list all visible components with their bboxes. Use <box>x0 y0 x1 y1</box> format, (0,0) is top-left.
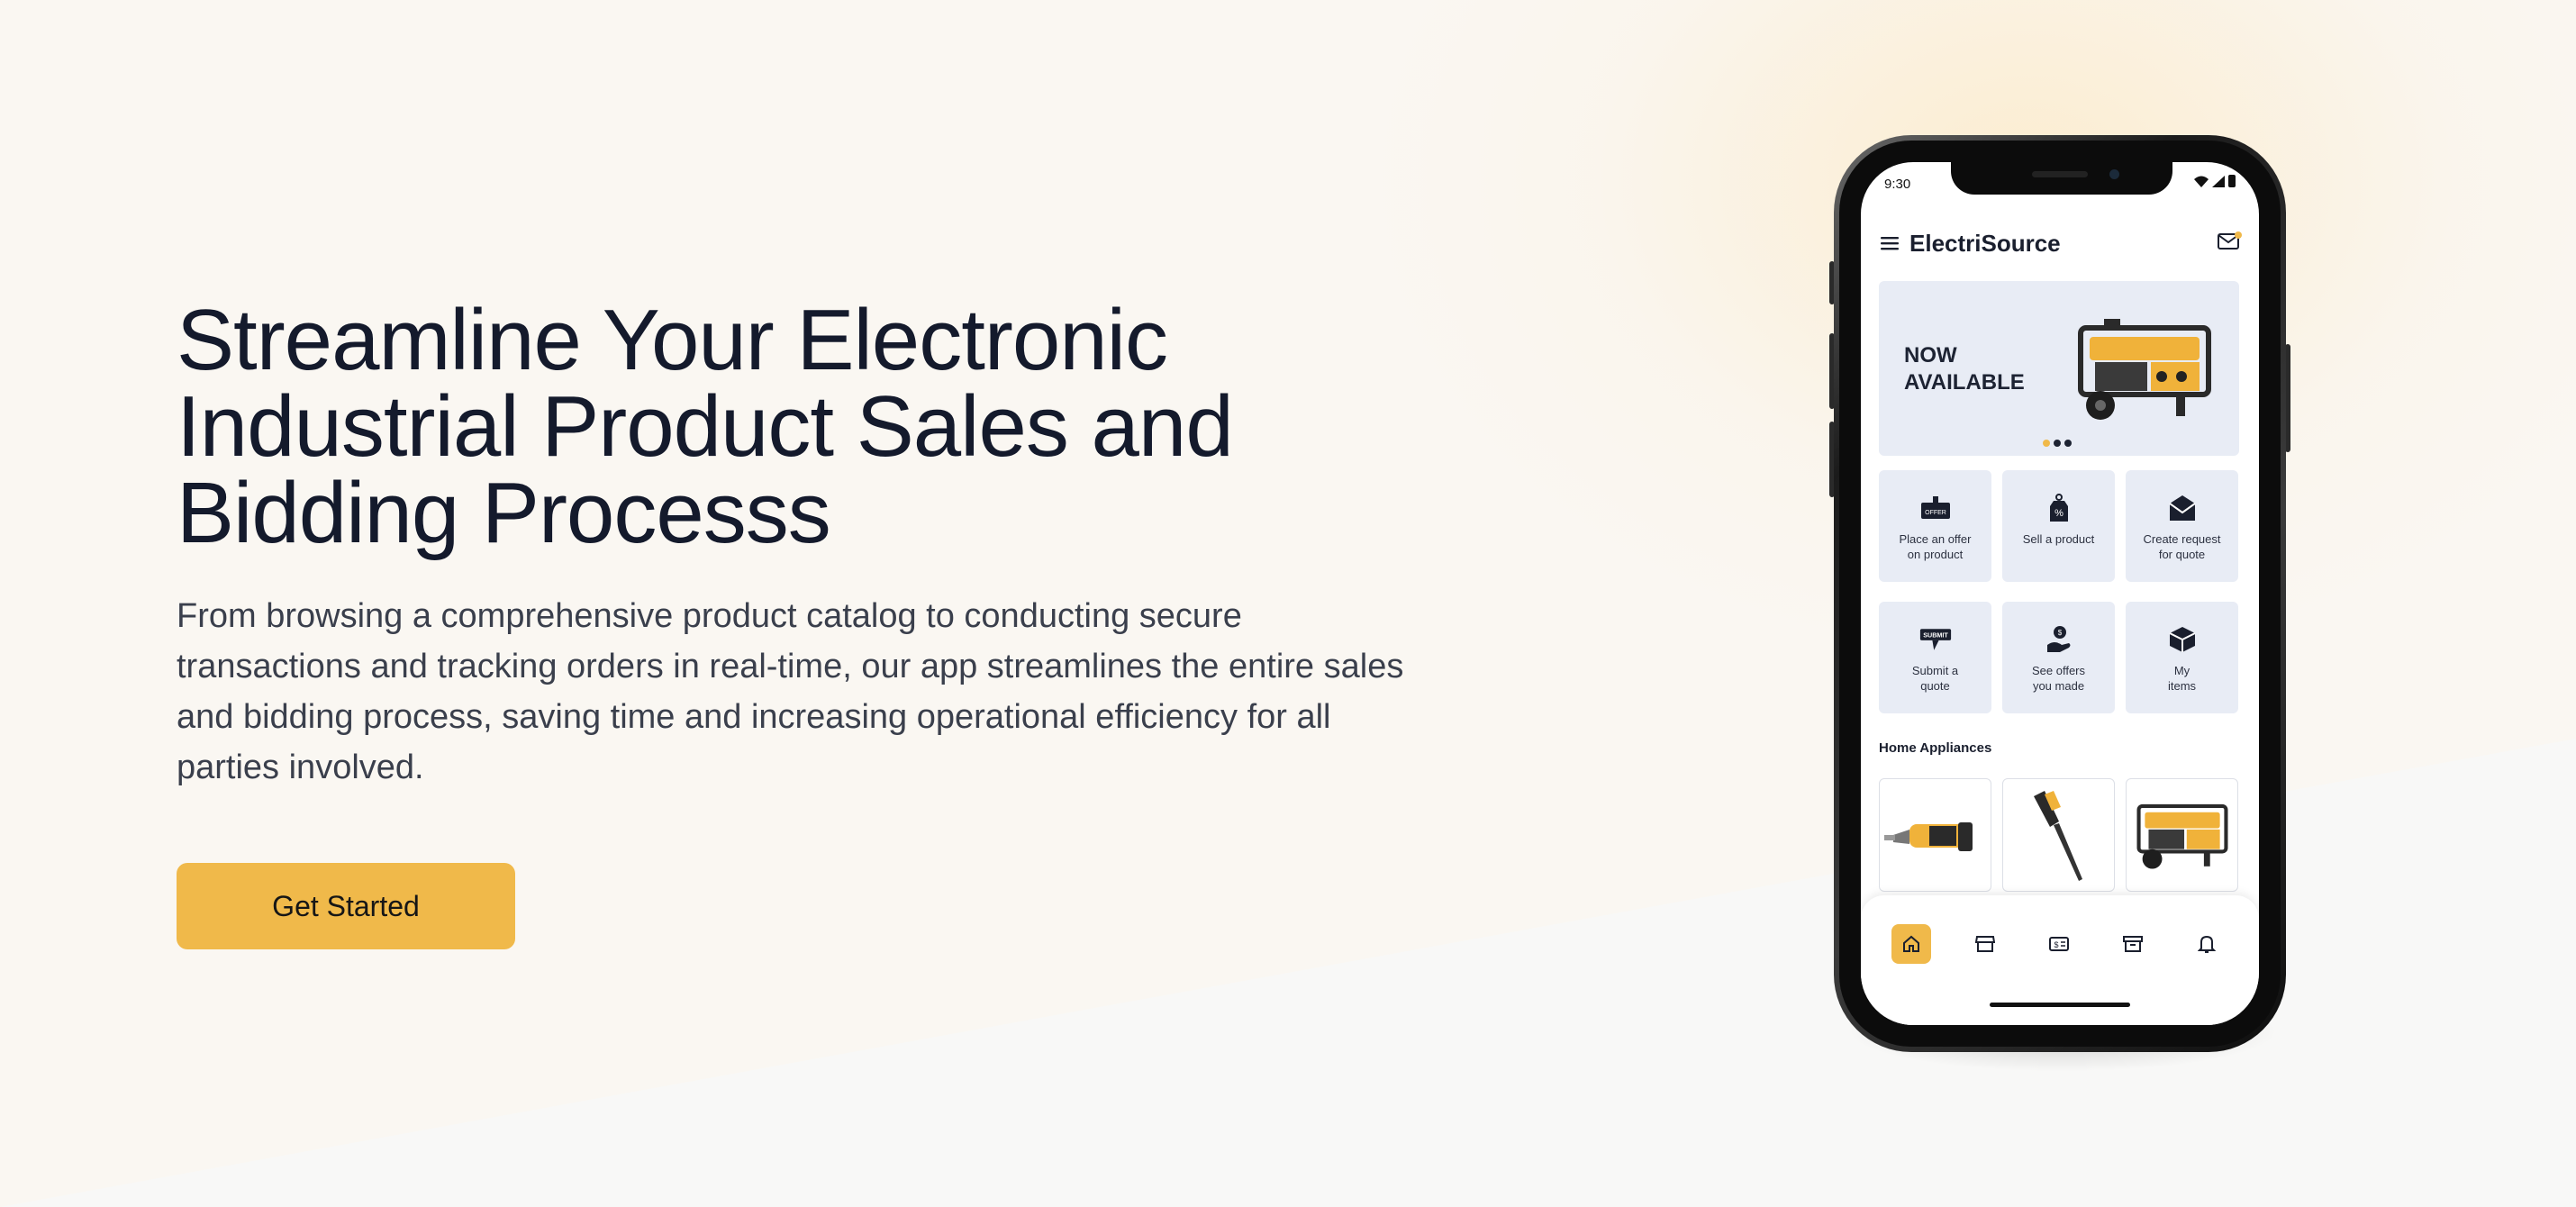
banner-dot-2[interactable] <box>2054 440 2061 447</box>
bill-icon: $ <box>2049 937 2069 951</box>
box-icon <box>2166 623 2199 656</box>
oscillating-multitool-image <box>1883 822 1973 851</box>
get-started-button[interactable]: Get Started <box>177 863 515 949</box>
banner-pagination[interactable] <box>2043 440 2072 447</box>
quick-actions-grid: OFFER Place an offer on product % Sell a… <box>1879 470 2239 713</box>
svg-text:$: $ <box>2054 940 2058 949</box>
banner-dot-3[interactable] <box>2064 440 2072 447</box>
screwdriver-tool-image <box>2033 791 2082 881</box>
generator-image <box>2078 319 2211 420</box>
banner-dot-1[interactable] <box>2043 440 2050 447</box>
action-label: Place an offer on product <box>1899 532 1972 561</box>
banner-text: NOW AVAILABLE <box>1904 343 2025 395</box>
submit-sign-icon: SUBMIT <box>1919 623 1952 656</box>
nav-store[interactable] <box>1965 924 2005 964</box>
action-my-items[interactable]: My items <box>2126 602 2238 713</box>
action-submit-quote[interactable]: SUBMIT Submit a quote <box>1879 602 1991 713</box>
store-icon <box>1975 936 1995 952</box>
product-card[interactable] <box>2126 778 2238 892</box>
phone-screen: 9:30 ElectriSource NOW AVAILABLE OFFER P… <box>1861 162 2259 1025</box>
hero-description: From browsing a comprehensive product ca… <box>177 597 1404 786</box>
mail-notification-dot <box>2235 231 2242 239</box>
wifi-icon <box>2194 176 2209 187</box>
action-label: Create request for quote <box>2143 532 2221 561</box>
action-see-offers[interactable]: $ See offers you made <box>2002 602 2115 713</box>
phone-notch <box>1951 162 2172 195</box>
action-label: My items <box>2167 664 2197 693</box>
home-icon <box>1903 935 1919 952</box>
mail-button[interactable] <box>2218 231 2242 254</box>
offer-tag-icon: OFFER <box>1919 492 1952 524</box>
archive-icon <box>2123 936 2143 952</box>
product-card[interactable] <box>1879 778 1991 892</box>
signal-icon <box>2212 175 2225 187</box>
battery-icon <box>2228 175 2236 187</box>
app-header: ElectriSource <box>1881 225 2242 261</box>
nav-archive[interactable] <box>2113 924 2153 964</box>
svg-text:OFFER: OFFER <box>1925 510 1946 516</box>
generator-image <box>2136 803 2227 869</box>
nav-bills[interactable]: $ <box>2039 924 2079 964</box>
bottom-navigation: $ <box>1861 895 2259 1025</box>
hero-title: Streamline Your Electronic Industrial Pr… <box>177 292 1234 561</box>
product-list <box>1879 778 2238 892</box>
envelope-icon <box>2166 492 2199 524</box>
section-title: Home Appliances <box>1879 740 1992 756</box>
action-create-rfq[interactable]: Create request for quote <box>2126 470 2238 582</box>
status-icons <box>2194 175 2236 187</box>
nav-notifications[interactable] <box>2187 924 2227 964</box>
svg-text:%: % <box>2054 508 2064 519</box>
hero-section: Streamline Your Electronic Industrial Pr… <box>177 297 1456 793</box>
action-place-offer[interactable]: OFFER Place an offer on product <box>1879 470 1991 582</box>
action-sell-product[interactable]: % Sell a product <box>2002 470 2115 582</box>
product-card[interactable] <box>2002 778 2115 892</box>
percent-tag-icon: % <box>2043 492 2075 524</box>
hand-coin-icon: $ <box>2043 623 2075 656</box>
svg-text:$: $ <box>2057 629 2062 637</box>
svg-text:SUBMIT: SUBMIT <box>1923 631 1948 639</box>
action-label: Submit a quote <box>1911 664 1959 693</box>
nav-home[interactable] <box>1891 924 1931 964</box>
promo-banner[interactable]: NOW AVAILABLE <box>1879 281 2239 456</box>
hamburger-menu-icon[interactable] <box>1881 236 1899 250</box>
bell-icon <box>2198 935 2216 953</box>
status-time: 9:30 <box>1884 177 1911 192</box>
action-label: Sell a product <box>2022 532 2095 546</box>
action-label: See offers you made <box>2031 664 2086 693</box>
home-indicator <box>1990 1003 2130 1007</box>
phone-mockup: 9:30 ElectriSource NOW AVAILABLE OFFER P… <box>1834 135 2286 1052</box>
app-title: ElectriSource <box>1909 229 2061 257</box>
